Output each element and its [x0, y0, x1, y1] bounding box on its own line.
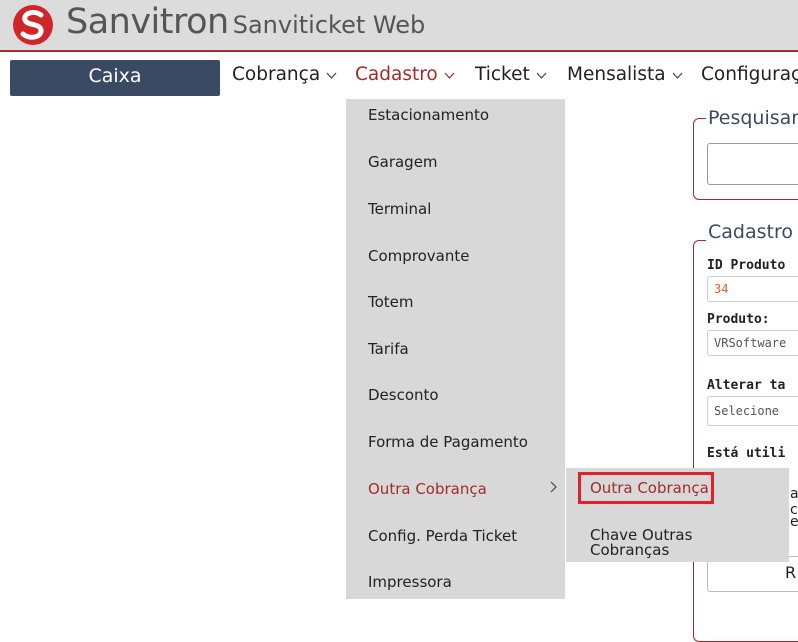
nav-item-cobranca[interactable]: Cobrança [232, 64, 337, 85]
chevron-down-icon [536, 72, 547, 79]
menu-item-garagem[interactable]: Garagem [368, 153, 438, 171]
produto-label: Produto: [707, 312, 770, 327]
nav-item-configuracao[interactable]: Configuraçã [701, 64, 798, 85]
submenu-item-outra-cobranca[interactable]: Outra Cobrança [578, 472, 714, 504]
main-navbar: Caixa Cobrança Cadastro Ticket Mensalist… [0, 52, 798, 99]
menu-item-desconto[interactable]: Desconto [368, 386, 439, 404]
id-produto-field[interactable]: 34 [707, 276, 798, 302]
brand-title: Sanvitron Sanviticket Web [66, 2, 425, 42]
chevron-down-icon [672, 72, 683, 79]
menu-item-comprovante[interactable]: Comprovante [368, 247, 469, 265]
app-header: Sanvitron Sanviticket Web [0, 0, 798, 50]
pesquisar-legend: Pesquisar [706, 107, 798, 129]
sanvitron-logo-icon [13, 5, 53, 45]
nav-item-cadastro[interactable]: Cadastro [355, 64, 455, 85]
partial-text: e [790, 514, 798, 530]
chevron-right-icon [550, 481, 557, 493]
nav-label: Mensalista [567, 64, 666, 85]
submenu-item-chave-outras-cobrancas[interactable]: Chave Outras Cobranças [590, 528, 730, 558]
nav-item-mensalista[interactable]: Mensalista [567, 64, 683, 85]
chevron-down-icon [444, 72, 455, 79]
menu-item-tarifa[interactable]: Tarifa [368, 340, 409, 358]
cadastro-dropdown-menu: Estacionamento Garagem Terminal Comprova… [346, 99, 565, 599]
id-produto-label: ID Produto [707, 258, 786, 273]
menu-item-config-perda-ticket[interactable]: Config. Perda Ticket [368, 527, 517, 545]
alterar-label: Alterar ta [707, 378, 786, 393]
chevron-down-icon [326, 72, 337, 79]
brand-sub: Sanviticket Web [232, 11, 426, 39]
menu-item-impressora[interactable]: Impressora [368, 573, 452, 591]
esta-label: Está utili [707, 446, 786, 461]
nav-label: Cadastro [355, 64, 438, 85]
alterar-select[interactable]: Selecione [707, 396, 798, 426]
nav-label: Cobrança [232, 64, 321, 85]
menu-item-outra-cobranca[interactable]: Outra Cobrança [368, 480, 487, 498]
nav-item-ticket[interactable]: Ticket [475, 64, 547, 85]
menu-item-estacionamento[interactable]: Estacionamento [368, 106, 489, 124]
menu-item-forma-pagamento[interactable]: Forma de Pagamento [368, 433, 528, 451]
outra-cobranca-submenu: Outra Cobrança Chave Outras Cobranças [566, 468, 789, 562]
nav-label: Ticket [475, 64, 530, 85]
nav-caixa-button[interactable]: Caixa [10, 60, 220, 96]
cadastro-legend: Cadastro F [706, 221, 798, 243]
nav-label: Configuraçã [701, 64, 798, 85]
brand-main: Sanvitron [66, 2, 229, 42]
menu-item-terminal[interactable]: Terminal [368, 200, 431, 218]
search-input[interactable] [707, 143, 798, 185]
menu-item-totem[interactable]: Totem [368, 293, 414, 311]
partial-text: R [785, 563, 797, 582]
produto-field[interactable]: VRSoftware [707, 330, 798, 356]
